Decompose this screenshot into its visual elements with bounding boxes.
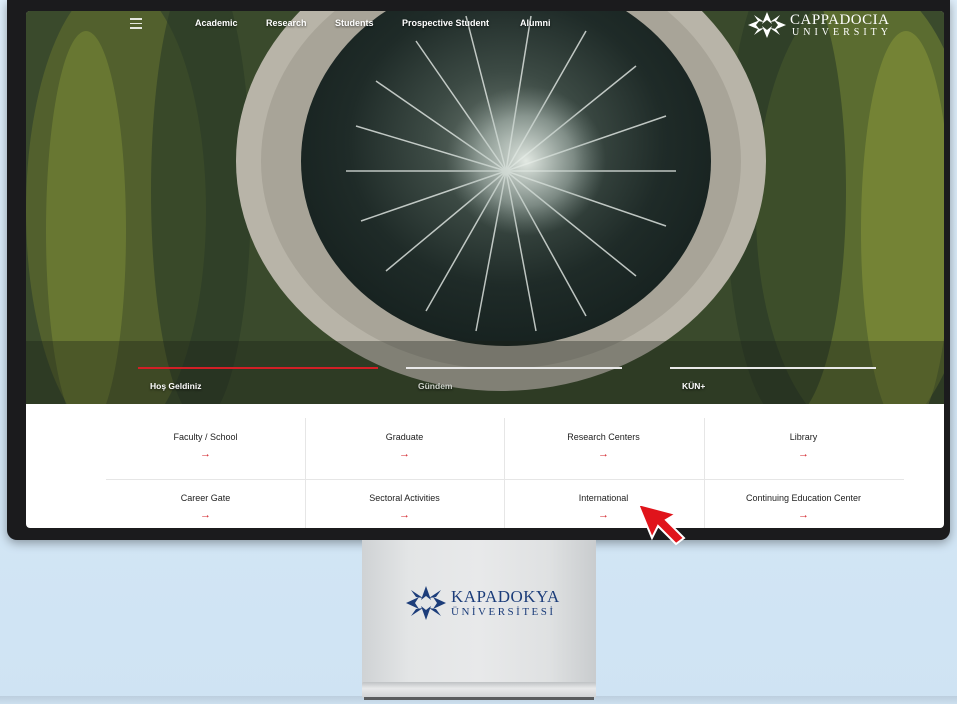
pointer-arrow-icon (636, 502, 686, 546)
quick-link-career-gate[interactable]: Career Gate → (106, 479, 305, 528)
quick-link-graduate[interactable]: Graduate → (305, 418, 504, 478)
hero-tab-kun-plus[interactable]: KÜN+ (670, 367, 876, 397)
nav-students[interactable]: Students (335, 18, 374, 28)
brand-subtitle: UNIVERSITY (792, 27, 892, 38)
quick-link-label: Graduate (385, 432, 424, 442)
quick-link-sectoral-activities[interactable]: Sectoral Activities → (305, 479, 504, 528)
nav-research[interactable]: Research (266, 18, 307, 28)
hero-tab-hos-geldiniz[interactable]: Hoş Geldiniz (138, 367, 378, 397)
stand-brand-subtitle: ÜNİVERSİTESİ (451, 606, 556, 618)
nav-academic[interactable]: Academic (195, 18, 238, 28)
tab-indicator (406, 367, 622, 369)
quick-link-label: Faculty / School (173, 432, 238, 442)
starburst-logo-icon (748, 12, 786, 38)
quick-link-label: Research Centers (567, 432, 640, 442)
quick-links-grid: Faculty / School → Graduate → Research C… (106, 418, 904, 528)
arrow-right-icon: → (200, 448, 211, 460)
fountain-aerial-image (26, 11, 944, 404)
starburst-logo-icon (406, 586, 446, 620)
arrow-right-icon: → (399, 448, 410, 460)
arrow-right-icon: → (798, 509, 809, 521)
arrow-right-icon: → (399, 509, 410, 521)
quick-link-label: Career Gate (180, 493, 231, 503)
tab-indicator-active (138, 367, 378, 369)
monitor: Academic Research Students Prospective S… (7, 0, 950, 540)
menu-icon[interactable] (130, 18, 142, 30)
stand-brand-name: KAPADOKYA (451, 587, 560, 606)
arrow-right-icon: → (798, 448, 809, 460)
hero-tab-gundem[interactable]: Gündem (406, 367, 622, 397)
tab-indicator (670, 367, 876, 369)
hero-tab-label: Gündem (418, 381, 453, 391)
university-logo[interactable]: CAPPADOCIA UNIVERSITY (746, 11, 926, 41)
nav-prospective-student[interactable]: Prospective Student (402, 18, 489, 28)
monitor-stand-foot (364, 697, 594, 700)
quick-link-faculty-school[interactable]: Faculty / School → (106, 418, 305, 478)
arrow-right-icon: → (598, 448, 609, 460)
top-navigation: Academic Research Students Prospective S… (26, 11, 944, 39)
quick-link-research-centers[interactable]: Research Centers → (504, 418, 703, 478)
quick-link-continuing-education[interactable]: Continuing Education Center → (704, 479, 903, 528)
hero-tab-label: Hoş Geldiniz (150, 381, 202, 391)
quick-link-label: Sectoral Activities (369, 493, 440, 503)
arrow-right-icon: → (200, 509, 211, 521)
monitor-stand-base (362, 682, 596, 698)
nav-alumni[interactable]: Alumni (520, 18, 551, 28)
hero-tab-label: KÜN+ (682, 381, 706, 391)
browser-screen: Academic Research Students Prospective S… (26, 11, 944, 528)
quick-link-library[interactable]: Library → (704, 418, 903, 478)
quick-link-label: Library (789, 432, 818, 442)
hero-video: Academic Research Students Prospective S… (26, 11, 944, 404)
quick-link-label: Continuing Education Center (745, 493, 862, 503)
